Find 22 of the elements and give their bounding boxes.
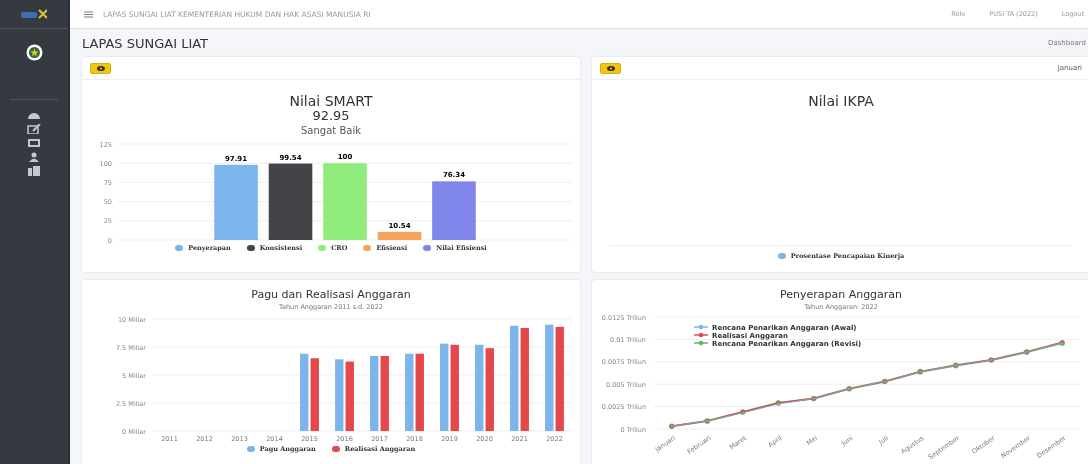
monitor-icon[interactable]: [27, 138, 41, 148]
emblem-icon: [25, 44, 43, 61]
bar: [432, 181, 476, 240]
copy-icon[interactable]: [27, 166, 41, 176]
eye-icon: [606, 65, 615, 71]
chart-title: Nilai SMART: [288, 94, 374, 109]
bar: [345, 361, 354, 431]
dashboard-icon[interactable]: [27, 110, 41, 120]
chart-title: Nilai IKPA: [807, 94, 875, 109]
score-value: 92.95: [311, 108, 351, 123]
chart-title: Penyerapan Anggaran: [778, 289, 904, 301]
edit-icon[interactable]: [27, 124, 41, 134]
page-title: LAPAS SUNGAI LIAT: [82, 35, 209, 51]
bar: [377, 231, 422, 240]
logo-icon: [21, 8, 47, 20]
eye-icon: [96, 65, 105, 71]
chart-title: Pagu dan Realisasi Anggaran: [250, 289, 412, 301]
menu-icon[interactable]: [84, 10, 93, 18]
rating-label: Sangat Baik: [300, 125, 362, 136]
user-icon[interactable]: [27, 152, 41, 162]
view-button[interactable]: [90, 62, 111, 74]
view-button[interactable]: [600, 62, 621, 74]
